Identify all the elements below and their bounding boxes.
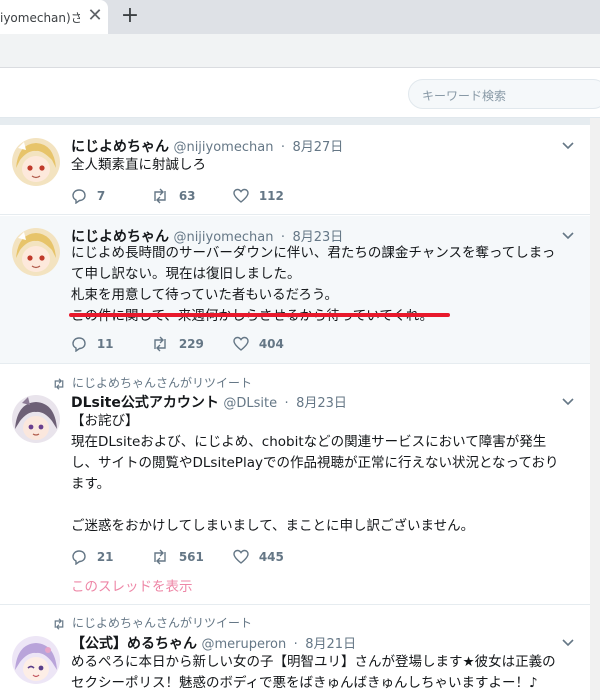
- retweet-note-text[interactable]: にじよめちゃんさんがリツイート: [72, 616, 252, 630]
- reply-button[interactable]: 21: [71, 549, 114, 567]
- chevron-down-icon[interactable]: [558, 138, 578, 158]
- twitter-nav-bar: キーワード検索: [0, 68, 600, 118]
- retweet-count: 63: [178, 189, 196, 203]
- like-button[interactable]: 445: [233, 549, 284, 567]
- tweet-line: 【お詫び】: [71, 413, 139, 429]
- tweet-line: 全人類素直に射誠しろ: [71, 157, 206, 173]
- tweet-text: 【お詫び】 現在DLsiteおよび、にじよめ、chobitなどの関連サービスにお…: [71, 411, 558, 537]
- browser-tab-bar: iyomechan)さん ✕ +: [0, 0, 600, 34]
- author-handle[interactable]: @DLsite: [223, 396, 277, 411]
- reply-icon: [72, 550, 86, 566]
- tweet-line: めるぺろに本日から新しい女の子【明智ユリ】さんが登場します★彼女は正義の: [71, 654, 556, 670]
- search-input[interactable]: キーワード検索: [408, 79, 600, 109]
- retweet-note-text[interactable]: にじよめちゃんさんがリツイート: [72, 376, 252, 390]
- separator-dot: ·: [293, 637, 298, 652]
- separator-dot: ·: [284, 396, 289, 411]
- tweet-date[interactable]: 8月27日: [292, 140, 343, 155]
- tweet-date[interactable]: 8月23日: [296, 396, 347, 411]
- search-placeholder: キーワード検索: [422, 89, 507, 103]
- reply-button[interactable]: 11: [71, 336, 114, 354]
- tab-title: iyomechan)さん: [0, 11, 80, 25]
- tweet-line: 札束を用意して待っていた者もいるだろう。: [71, 287, 339, 303]
- retweet-button[interactable]: 63: [151, 188, 196, 206]
- retweet-button[interactable]: 229: [151, 336, 204, 354]
- heart-icon: [233, 549, 249, 564]
- tweet-line: ます。: [71, 476, 111, 492]
- tweet-header: にじよめちゃん @nijiyomechan · 8月27日: [71, 136, 343, 156]
- reply-count: 21: [96, 550, 114, 564]
- retweet-button[interactable]: 561: [151, 549, 204, 567]
- reply-count: 11: [96, 337, 114, 351]
- tweet-header: DLsite公式アカウント @DLsite · 8月23日: [71, 392, 347, 412]
- close-icon[interactable]: ✕: [84, 5, 106, 27]
- author-name[interactable]: 【公式】めるちゃん: [71, 636, 197, 652]
- retweet-icon: [154, 336, 166, 352]
- tweet-line: ご迷惑をおかけしてしまいまして、まことに申し訳ございません。: [71, 518, 475, 534]
- author-handle[interactable]: @meruperon: [201, 637, 286, 652]
- browser-toolbar: [0, 34, 600, 68]
- tweet[interactable]: にじよめちゃん @nijiyomechan · 8月23日 にじよめ長時間のサー…: [0, 216, 590, 364]
- tweet-line: し、サイトの閲覧やDLsitePlayでの作品視聴が正常に行えない状況となってお…: [71, 455, 559, 471]
- show-thread-link[interactable]: このスレッドを表示: [71, 575, 193, 595]
- separator-dot: ·: [280, 140, 286, 155]
- author-handle[interactable]: @nijiyomechan: [173, 140, 273, 155]
- avatar[interactable]: [12, 228, 60, 276]
- like-count: 404: [258, 337, 284, 351]
- new-tab-button[interactable]: +: [118, 4, 142, 28]
- tweet-line: セクシーポリス！魅惑のボディで悪をばきゅんばきゅんしちゃいますよー！♪: [71, 675, 538, 691]
- avatar[interactable]: [12, 138, 60, 186]
- retweet-icon: [154, 549, 166, 565]
- retweet-icon: [54, 617, 64, 630]
- like-count: 445: [258, 550, 284, 564]
- tweet-text: 全人類素直に射誠しろ: [71, 155, 206, 176]
- heart-icon: [233, 188, 249, 203]
- chevron-down-icon[interactable]: [558, 635, 578, 655]
- retweet-note: にじよめちゃんさんがリツイート: [52, 614, 252, 631]
- tweet[interactable]: にじよめちゃん @nijiyomechan · 8月27日 全人類素直に射誠しろ…: [0, 125, 590, 215]
- red-underline-annotation: [69, 313, 450, 317]
- timeline: にじよめちゃん @nijiyomechan · 8月27日 全人類素直に射誠しろ…: [0, 125, 590, 700]
- author-name[interactable]: にじよめちゃん: [71, 139, 169, 155]
- tweet-line: [71, 495, 558, 516]
- reply-button[interactable]: 7: [71, 188, 105, 206]
- tweet-text: めるぺろに本日から新しい女の子【明智ユリ】さんが登場します★彼女は正義の セクシ…: [71, 652, 556, 694]
- tweet-line: 現在DLsiteおよび、にじよめ、chobitなどの関連サービスにおいて障害が発…: [71, 434, 547, 450]
- reply-icon: [72, 189, 86, 205]
- tweet-date[interactable]: 8月21日: [305, 637, 356, 652]
- like-button[interactable]: 112: [233, 188, 284, 206]
- retweet-icon: [54, 377, 64, 390]
- retweet-icon: [154, 188, 166, 204]
- tweet-line: て申し訳ない。現在は復旧しました。: [71, 266, 301, 282]
- tweet[interactable]: にじよめちゃんさんがリツイート 【公式】めるちゃん @meruperon · 8…: [0, 606, 590, 700]
- scrollbar[interactable]: [590, 118, 600, 700]
- tweet-line: にじよめ長時間のサーバーダウンに伴い、君たちの課金チャンスを奪ってしまっ: [71, 245, 556, 261]
- browser-tab[interactable]: iyomechan)さん ✕: [0, 0, 108, 34]
- heart-icon: [233, 336, 249, 351]
- author-name[interactable]: DLsite公式アカウント: [71, 395, 219, 411]
- reply-icon: [72, 337, 86, 353]
- chevron-down-icon[interactable]: [558, 228, 578, 248]
- like-button[interactable]: 404: [233, 336, 284, 354]
- chevron-down-icon[interactable]: [558, 394, 578, 414]
- avatar[interactable]: [12, 395, 60, 443]
- avatar[interactable]: [12, 636, 60, 684]
- retweet-note: にじよめちゃんさんがリツイート: [52, 374, 252, 391]
- retweet-count: 229: [178, 337, 204, 351]
- retweet-count: 561: [178, 550, 204, 564]
- tweet-header: 【公式】めるちゃん @meruperon · 8月21日: [71, 633, 356, 653]
- reply-count: 7: [96, 189, 106, 203]
- tweet[interactable]: にじよめちゃんさんがリツイート DLsite公式アカウント @DLsite · …: [0, 365, 590, 605]
- like-count: 112: [258, 189, 284, 203]
